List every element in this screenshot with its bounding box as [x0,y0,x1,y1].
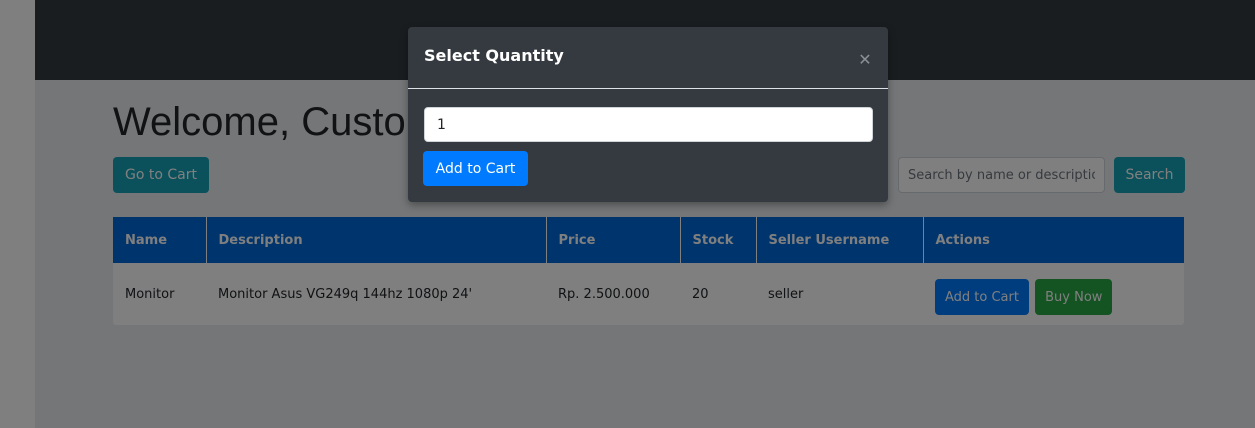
modal-add-to-cart-button[interactable]: Add to Cart [423,151,528,186]
select-quantity-modal: Select Quantity ✕ Add to Cart [408,27,888,202]
quantity-input[interactable] [424,107,873,142]
modal-title: Select Quantity [424,46,564,65]
viewport: Welcome, Customer Go to Cart Search Name… [0,0,1255,428]
modal-header: Select Quantity ✕ [408,27,888,89]
close-icon[interactable]: ✕ [854,48,876,70]
